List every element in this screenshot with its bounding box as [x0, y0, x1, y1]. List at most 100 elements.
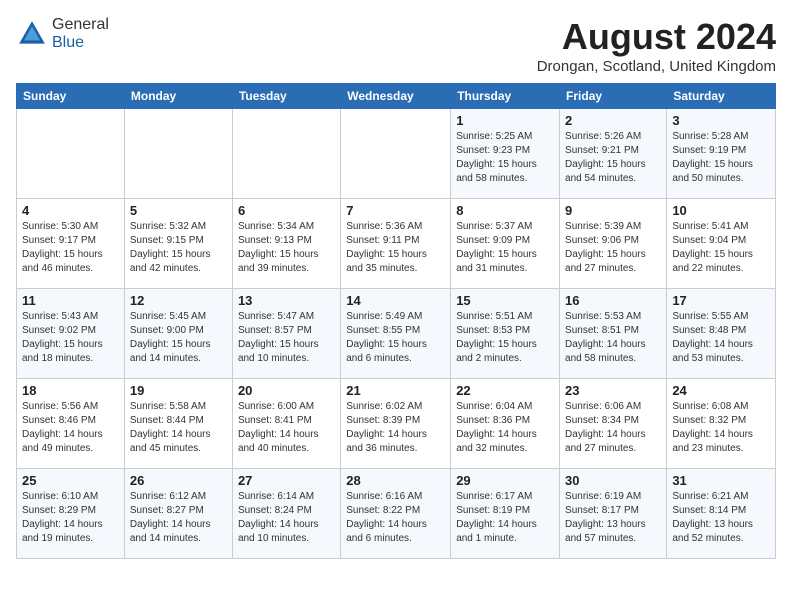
page-header: General Blue August 2024 Drongan, Scotla… — [16, 16, 776, 75]
day-info: Sunrise: 5:36 AM Sunset: 9:11 PM Dayligh… — [346, 220, 445, 276]
day-header-saturday: Saturday — [667, 84, 776, 109]
day-info: Sunrise: 6:06 AM Sunset: 8:34 PM Dayligh… — [565, 400, 661, 456]
calendar-cell: 12Sunrise: 5:45 AM Sunset: 9:00 PM Dayli… — [124, 289, 232, 379]
day-number: 23 — [565, 383, 661, 398]
day-info: Sunrise: 6:16 AM Sunset: 8:22 PM Dayligh… — [346, 490, 445, 546]
day-info: Sunrise: 6:08 AM Sunset: 8:32 PM Dayligh… — [672, 400, 770, 456]
day-number: 26 — [130, 473, 227, 488]
calendar-cell: 24 Sunrise: 6:08 AM Sunset: 8:32 PM Dayli… — [667, 379, 776, 469]
day-info: Sunrise: 5:30 AM Sunset: 9:17 PM Dayligh… — [22, 220, 119, 276]
calendar-cell: 2 Sunrise: 5:26 AM Sunset: 9:21 PM Daylig… — [560, 109, 667, 199]
day-number: 9 — [565, 203, 661, 218]
week-row-1: 1 Sunrise: 5:25 AM Sunset: 9:23 PM Daylig… — [17, 109, 776, 199]
day-header-monday: Monday — [124, 84, 232, 109]
day-header-friday: Friday — [560, 84, 667, 109]
calendar-cell: 25 Sunrise: 6:10 AM Sunset: 8:29 PM Dayli… — [17, 469, 125, 559]
title-block: August 2024 Drongan, Scotland, United Ki… — [537, 16, 776, 75]
day-number: 21 — [346, 383, 445, 398]
calendar-cell: 18 Sunrise: 5:56 AM Sunset: 8:46 PM Dayli… — [17, 379, 125, 469]
day-number: 25 — [22, 473, 119, 488]
day-number: 7 — [346, 203, 445, 218]
calendar-cell — [341, 109, 451, 199]
day-header-tuesday: Tuesday — [232, 84, 340, 109]
day-info: Sunrise: 6:10 AM Sunset: 8:29 PM Dayligh… — [22, 490, 119, 546]
day-info: Sunrise: 6:17 AM Sunset: 8:19 PM Dayligh… — [456, 490, 554, 546]
calendar-cell: 31 Sunrise: 6:21 AM Sunset: 8:14 PM Dayli… — [667, 469, 776, 559]
day-number: 4 — [22, 203, 119, 218]
calendar-cell: 27 Sunrise: 6:14 AM Sunset: 8:24 PM Dayli… — [232, 469, 340, 559]
day-number: 3 — [672, 113, 770, 128]
calendar-cell: 20Sunrise: 6:00 AM Sunset: 8:41 PM Dayli… — [232, 379, 340, 469]
day-info: Sunrise: 5:26 AM Sunset: 9:21 PM Dayligh… — [565, 130, 661, 186]
calendar-cell: 3 Sunrise: 5:28 AM Sunset: 9:19 PM Daylig… — [667, 109, 776, 199]
calendar-cell — [17, 109, 125, 199]
day-info: Sunrise: 6:14 AM Sunset: 8:24 PM Dayligh… — [238, 490, 335, 546]
calendar-header-row: SundayMondayTuesdayWednesdayThursdayFrid… — [17, 84, 776, 109]
day-number: 8 — [456, 203, 554, 218]
day-number: 27 — [238, 473, 335, 488]
day-info: Sunrise: 5:25 AM Sunset: 9:23 PM Dayligh… — [456, 130, 554, 186]
day-number: 13 — [238, 293, 335, 308]
location: Drongan, Scotland, United Kingdom — [537, 58, 776, 75]
day-info: Sunrise: 5:47 AM Sunset: 8:57 PM Dayligh… — [238, 310, 335, 366]
day-info: Sunrise: 5:49 AM Sunset: 8:55 PM Dayligh… — [346, 310, 445, 366]
calendar-cell: 13 Sunrise: 5:47 AM Sunset: 8:57 PM Dayli… — [232, 289, 340, 379]
month-year: August 2024 — [537, 16, 776, 58]
day-number: 20 — [238, 383, 335, 398]
day-info: Sunrise: 5:28 AM Sunset: 9:19 PM Dayligh… — [672, 130, 770, 186]
day-info: Sunrise: 5:41 AM Sunset: 9:04 PM Dayligh… — [672, 220, 770, 276]
calendar-cell: 26Sunrise: 6:12 AM Sunset: 8:27 PM Dayli… — [124, 469, 232, 559]
day-number: 5 — [130, 203, 227, 218]
logo-icon — [16, 18, 48, 50]
calendar-cell: 9 Sunrise: 5:39 AM Sunset: 9:06 PM Daylig… — [560, 199, 667, 289]
day-header-sunday: Sunday — [17, 84, 125, 109]
calendar-cell: 30Sunrise: 6:19 AM Sunset: 8:17 PM Dayli… — [560, 469, 667, 559]
calendar-cell — [124, 109, 232, 199]
day-info: Sunrise: 5:51 AM Sunset: 8:53 PM Dayligh… — [456, 310, 554, 366]
week-row-4: 18 Sunrise: 5:56 AM Sunset: 8:46 PM Dayli… — [17, 379, 776, 469]
calendar-cell: 17 Sunrise: 5:55 AM Sunset: 8:48 PM Dayli… — [667, 289, 776, 379]
calendar-cell: 21Sunrise: 6:02 AM Sunset: 8:39 PM Dayli… — [341, 379, 451, 469]
calendar-cell: 1 Sunrise: 5:25 AM Sunset: 9:23 PM Daylig… — [451, 109, 560, 199]
day-number: 29 — [456, 473, 554, 488]
day-info: Sunrise: 5:39 AM Sunset: 9:06 PM Dayligh… — [565, 220, 661, 276]
calendar-cell: 5Sunrise: 5:32 AM Sunset: 9:15 PM Daylig… — [124, 199, 232, 289]
day-number: 10 — [672, 203, 770, 218]
calendar-cell: 19Sunrise: 5:58 AM Sunset: 8:44 PM Dayli… — [124, 379, 232, 469]
week-row-2: 4 Sunrise: 5:30 AM Sunset: 9:17 PM Daylig… — [17, 199, 776, 289]
day-info: Sunrise: 5:37 AM Sunset: 9:09 PM Dayligh… — [456, 220, 554, 276]
calendar-cell: 29 Sunrise: 6:17 AM Sunset: 8:19 PM Dayli… — [451, 469, 560, 559]
day-info: Sunrise: 6:21 AM Sunset: 8:14 PM Dayligh… — [672, 490, 770, 546]
day-number: 11 — [22, 293, 119, 308]
day-number: 16 — [565, 293, 661, 308]
day-number: 14 — [346, 293, 445, 308]
day-number: 15 — [456, 293, 554, 308]
calendar-cell: 10 Sunrise: 5:41 AM Sunset: 9:04 PM Dayli… — [667, 199, 776, 289]
calendar-table: SundayMondayTuesdayWednesdayThursdayFrid… — [16, 83, 776, 559]
day-number: 22 — [456, 383, 554, 398]
day-info: Sunrise: 5:53 AM Sunset: 8:51 PM Dayligh… — [565, 310, 661, 366]
calendar-cell — [232, 109, 340, 199]
day-number: 31 — [672, 473, 770, 488]
day-number: 24 — [672, 383, 770, 398]
day-info: Sunrise: 5:34 AM Sunset: 9:13 PM Dayligh… — [238, 220, 335, 276]
calendar-cell: 8 Sunrise: 5:37 AM Sunset: 9:09 PM Daylig… — [451, 199, 560, 289]
day-number: 18 — [22, 383, 119, 398]
day-info: Sunrise: 6:19 AM Sunset: 8:17 PM Dayligh… — [565, 490, 661, 546]
day-header-wednesday: Wednesday — [341, 84, 451, 109]
day-number: 12 — [130, 293, 227, 308]
day-info: Sunrise: 5:56 AM Sunset: 8:46 PM Dayligh… — [22, 400, 119, 456]
day-number: 1 — [456, 113, 554, 128]
day-info: Sunrise: 5:55 AM Sunset: 8:48 PM Dayligh… — [672, 310, 770, 366]
day-info: Sunrise: 5:58 AM Sunset: 8:44 PM Dayligh… — [130, 400, 227, 456]
day-number: 6 — [238, 203, 335, 218]
day-info: Sunrise: 5:43 AM Sunset: 9:02 PM Dayligh… — [22, 310, 119, 366]
calendar-cell: 11 Sunrise: 5:43 AM Sunset: 9:02 PM Dayli… — [17, 289, 125, 379]
calendar-cell: 15 Sunrise: 5:51 AM Sunset: 8:53 PM Dayli… — [451, 289, 560, 379]
week-row-5: 25 Sunrise: 6:10 AM Sunset: 8:29 PM Dayli… — [17, 469, 776, 559]
logo: General Blue — [16, 16, 109, 52]
day-number: 17 — [672, 293, 770, 308]
day-number: 2 — [565, 113, 661, 128]
day-header-thursday: Thursday — [451, 84, 560, 109]
calendar-cell: 7 Sunrise: 5:36 AM Sunset: 9:11 PM Daylig… — [341, 199, 451, 289]
